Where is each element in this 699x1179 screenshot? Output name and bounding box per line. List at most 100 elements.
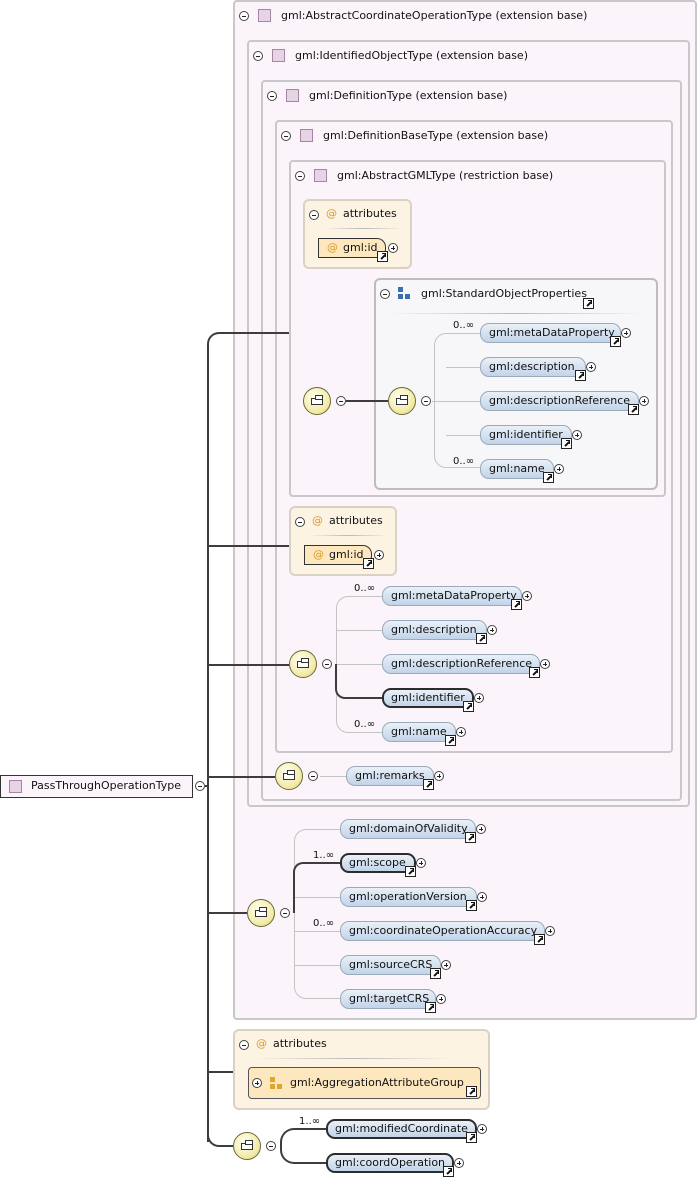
element-remarks[interactable]: gml:remarks bbox=[346, 766, 434, 786]
element-sourcecrs[interactable]: gml:sourceCRS bbox=[340, 955, 441, 975]
expand-icon[interactable] bbox=[374, 550, 384, 560]
sequence-icon[interactable] bbox=[275, 762, 303, 790]
expand-icon[interactable] bbox=[477, 892, 487, 902]
reference-link-icon[interactable] bbox=[405, 866, 416, 877]
collapse-icon[interactable] bbox=[195, 781, 205, 791]
reference-link-icon[interactable] bbox=[445, 735, 456, 746]
element-identifier[interactable]: gml:identifier bbox=[382, 688, 474, 708]
collapse-icon[interactable] bbox=[253, 51, 263, 61]
expand-icon[interactable] bbox=[476, 824, 486, 834]
element-targetcrs[interactable]: gml:targetCRS bbox=[340, 989, 436, 1009]
element-descriptionreference[interactable]: gml:descriptionReference bbox=[480, 391, 639, 411]
expand-icon[interactable] bbox=[522, 591, 532, 601]
attribute-gml-id[interactable]: @ gml:id bbox=[304, 545, 372, 565]
connector bbox=[207, 1071, 233, 1073]
expand-icon[interactable] bbox=[441, 960, 451, 970]
reference-link-icon[interactable] bbox=[466, 900, 477, 911]
sequence-icon[interactable] bbox=[303, 387, 331, 415]
connector bbox=[347, 697, 382, 699]
reference-link-icon[interactable] bbox=[534, 934, 545, 945]
reference-link-icon[interactable] bbox=[476, 633, 487, 644]
collapse-icon[interactable] bbox=[295, 171, 305, 181]
reference-link-icon[interactable] bbox=[443, 1166, 454, 1177]
reference-link-icon[interactable] bbox=[425, 1002, 436, 1013]
sequence-icon[interactable] bbox=[233, 1132, 261, 1160]
collapse-icon[interactable] bbox=[267, 91, 277, 101]
expand-icon[interactable] bbox=[572, 430, 582, 440]
connector-curve bbox=[280, 1128, 327, 1164]
expand-icon[interactable] bbox=[416, 858, 426, 868]
expand-icon[interactable] bbox=[436, 994, 446, 1004]
element-descriptionreference[interactable]: gml:descriptionReference bbox=[382, 654, 540, 674]
element-metadataproperty[interactable]: gml:metaDataProperty bbox=[480, 323, 621, 343]
connector-curve bbox=[294, 829, 308, 999]
reference-link-icon[interactable] bbox=[423, 779, 434, 790]
element-identifier[interactable]: gml:identifier bbox=[480, 425, 572, 445]
expand-icon[interactable] bbox=[252, 1078, 262, 1088]
sequence-icon[interactable] bbox=[247, 899, 275, 927]
group-icon bbox=[398, 287, 411, 300]
expand-icon[interactable] bbox=[540, 659, 550, 669]
element-modifiedcoordinate[interactable]: gml:modifiedCoordinate bbox=[326, 1119, 477, 1139]
collapse-icon[interactable] bbox=[266, 1141, 276, 1151]
expand-icon[interactable] bbox=[487, 625, 497, 635]
connector bbox=[446, 435, 480, 436]
sequence-icon[interactable] bbox=[289, 650, 317, 678]
expand-icon[interactable] bbox=[474, 693, 484, 703]
expand-icon[interactable] bbox=[388, 243, 398, 253]
element-coordinateoperationaccuracy[interactable]: gml:coordinateOperationAccuracy bbox=[340, 921, 545, 941]
reference-link-icon[interactable] bbox=[561, 438, 572, 449]
element-description[interactable]: gml:description bbox=[382, 620, 487, 640]
collapse-icon[interactable] bbox=[239, 1040, 249, 1050]
element-metadataproperty[interactable]: gml:metaDataProperty bbox=[382, 586, 522, 606]
element-coordoperation[interactable]: gml:coordOperation bbox=[326, 1153, 454, 1173]
element-description[interactable]: gml:description bbox=[480, 357, 586, 377]
collapse-icon[interactable] bbox=[281, 131, 291, 141]
root-type[interactable]: PassThroughOperationType bbox=[0, 775, 193, 798]
reference-link-icon[interactable] bbox=[543, 472, 554, 483]
collapse-icon[interactable] bbox=[421, 396, 431, 406]
sequence-icon[interactable] bbox=[388, 387, 416, 415]
reference-link-icon[interactable] bbox=[363, 558, 374, 569]
expand-icon[interactable] bbox=[545, 926, 555, 936]
cardinality-label: 1..∞ bbox=[313, 850, 335, 861]
reference-link-icon[interactable] bbox=[575, 370, 586, 381]
reference-link-icon[interactable] bbox=[463, 701, 474, 712]
reference-link-icon[interactable] bbox=[430, 968, 441, 979]
reference-link-icon[interactable] bbox=[610, 336, 621, 347]
expand-icon[interactable] bbox=[586, 362, 596, 372]
reference-link-icon[interactable] bbox=[466, 1086, 477, 1097]
collapse-icon[interactable] bbox=[308, 771, 318, 781]
collapse-icon[interactable] bbox=[239, 11, 249, 21]
expand-icon[interactable] bbox=[621, 328, 631, 338]
reference-link-icon[interactable] bbox=[583, 298, 594, 309]
connector bbox=[293, 873, 295, 913]
reference-link-icon[interactable] bbox=[628, 404, 639, 415]
expand-icon[interactable] bbox=[477, 1124, 487, 1134]
collapse-icon[interactable] bbox=[336, 396, 346, 406]
attribute-gml-id[interactable]: @ gml:id bbox=[318, 238, 386, 258]
reference-link-icon[interactable] bbox=[529, 667, 540, 678]
cardinality-label: 1..∞ bbox=[299, 1116, 321, 1127]
collapse-icon[interactable] bbox=[295, 517, 305, 527]
element-domainofvalidity[interactable]: gml:domainOfValidity bbox=[340, 819, 476, 839]
collapse-icon[interactable] bbox=[309, 210, 319, 220]
collapse-icon[interactable] bbox=[322, 659, 332, 669]
reference-link-icon[interactable] bbox=[466, 1132, 477, 1143]
reference-link-icon[interactable] bbox=[377, 251, 388, 262]
attribute-group-icon bbox=[270, 1077, 283, 1090]
connector-curve bbox=[434, 333, 448, 468]
reference-link-icon[interactable] bbox=[511, 599, 522, 610]
expand-icon[interactable] bbox=[456, 727, 466, 737]
expand-icon[interactable] bbox=[554, 464, 564, 474]
collapse-icon[interactable] bbox=[280, 908, 290, 918]
expand-icon[interactable] bbox=[454, 1158, 464, 1168]
reference-link-icon[interactable] bbox=[465, 832, 476, 843]
expand-icon[interactable] bbox=[639, 396, 649, 406]
aggregation-attribute-group[interactable]: gml:AggregationAttributeGroup bbox=[248, 1067, 481, 1099]
element-operationversion[interactable]: gml:operationVersion bbox=[340, 887, 477, 907]
connector bbox=[337, 664, 382, 665]
expand-icon[interactable] bbox=[434, 771, 444, 781]
collapse-icon[interactable] bbox=[380, 289, 390, 299]
box-title: gml:DefinitionBaseType (extension base) bbox=[323, 129, 549, 142]
